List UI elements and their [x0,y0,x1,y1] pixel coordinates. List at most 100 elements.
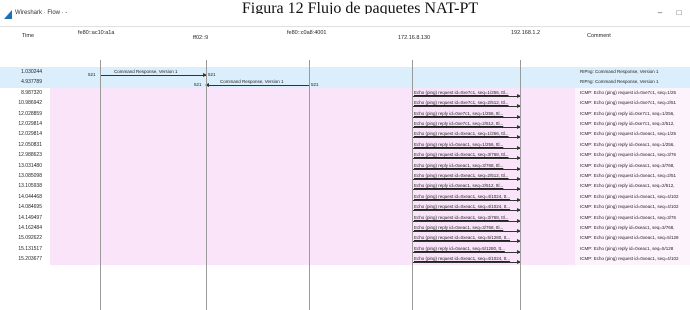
comment-column-header: Comment [587,33,611,39]
row-comment: ICMP: Echo (ping) request id=0xe7c1, seq… [580,89,677,95]
host-lifeline-3 [309,60,310,310]
host-header-1: fe80::ac10:a1a [78,30,115,36]
host-header-2: ff02::9 [193,35,209,41]
row-time: 12.028859 [18,110,42,117]
row-comment: ICMP: Echo (ping) reply id=0xeac1, seq=3… [580,162,675,168]
host-lifeline-2 [206,60,207,310]
flow-row[interactable]: 13.085098 Echo (ping) request id=0xeac1, … [0,171,690,182]
flow-arrow[interactable]: Echo (ping) reply id=0xe7c1, seq=2/512, … [412,121,521,129]
row-time: 13.085098 [18,173,42,179]
flow-arrow[interactable]: Echo (ping) request id=0xeac1, seq=3/768… [412,215,521,223]
row-time: 1.030244 [21,69,42,75]
flow-arrow[interactable]: Echo (ping) request id=0xe7c1, seq=1/256… [412,90,521,98]
row-time: 12.988623 [18,152,42,159]
flow-arrow[interactable]: Echo (ping) request id=0xeac1, seq=5/128… [412,235,521,244]
arrow-label: Echo (ping) request id=0xeac1, seq=4/102… [414,256,511,262]
flow-row[interactable]: 14.162484 Echo (ping) reply id=0xeac1, se… [0,223,690,234]
flow-arrow[interactable]: Command Response, Version 1 [205,79,309,88]
flow-row[interactable]: 8.987320 Echo (ping) request id=0xe7c1, s… [0,87,690,99]
flow-arrow[interactable]: Echo (ping) reply id=0xeac1, seq=1/256, … [412,142,521,150]
flow-arrow[interactable]: Echo (ping) reply id=0xe7c1, seq=1/256, … [412,111,521,119]
arrow-label: Echo (ping) reply id=0xe7c1, seq=2/512, … [414,121,504,126]
flow-arrow[interactable]: Echo (ping) request id=0xe7c1, seq=2/512… [412,100,521,109]
arrow-label: Echo (ping) reply id=0xeac1, seq=3/768, … [414,162,504,168]
flow-row[interactable]: 12.029814 Echo (ping) request id=0xeac1, … [0,129,690,140]
arrow-label: Command Response, Version 1 [114,69,178,74]
arrow-label: Echo (ping) request id=0xe7c1, seq=2/512… [414,100,509,106]
flow-row[interactable]: 12.050831 Echo (ping) reply id=0xeac1, se… [0,139,690,151]
flow-row[interactable]: 14.084695 Echo (ping) request id=0xeac1, … [0,202,690,213]
row-time: 14.084695 [18,204,42,211]
flow-arrow[interactable]: Echo (ping) request id=0xeac1, seq=4/102… [412,194,521,202]
flow-row[interactable]: 15.131517 Echo (ping) reply id=0xeac1, se… [0,243,690,255]
flow-arrow[interactable]: Echo (ping) request id=0xeac1, seq=4/102… [412,256,521,265]
arrow-label: Echo (ping) request id=0xeac1, seq=2/512… [414,173,509,178]
arrow-label: Echo (ping) reply id=0xeac1, seq=2/512, … [414,183,504,189]
host-lifeline-5 [520,60,521,310]
row-time: 12.029814 [18,121,42,127]
flow-row[interactable]: 15.203677 Echo (ping) request id=0xeac1, … [0,254,690,265]
flow-row[interactable]: 13.105938 Echo (ping) reply id=0xeac1, se… [0,181,690,192]
arrow-label: Echo (ping) request id=0xeac1, seq=1/256… [414,131,509,137]
source-port: 521 [88,72,96,77]
row-time: 14.149497 [18,214,42,221]
minimize-button[interactable]: – [653,8,667,17]
row-comment: RIPng: Command Response, Version 1 [580,69,659,74]
title-bar: Wireshark · Flow · - – □ [0,8,690,22]
row-time: 8.987320 [21,89,42,96]
flow-row[interactable]: 14.149497 Echo (ping) request id=0xeac1, … [0,212,690,223]
row-comment: ICMP: Echo (ping) reply id=0xe7c1, seq=1… [580,110,675,116]
flow-row[interactable]: 4.937789 Command Response, Version 1 521 52… [0,77,690,88]
row-comment: ICMP: Echo (ping) request id=0xe7c1, seq… [580,100,677,106]
flow-row[interactable]: 15.092622 Echo (ping) request id=0xeac1, … [0,233,690,244]
flow-arrow[interactable]: Echo (ping) reply id=0xeac1, seq=2/512, … [412,183,521,192]
row-time: 15.092622 [18,235,42,242]
flow-row[interactable]: 1.030244 Command Response, Version 1 521 52… [0,67,690,78]
wireshark-fin-icon [4,10,12,19]
host-header-3: fe80::c0a8:4001 [287,30,327,36]
flow-arrow[interactable]: Echo (ping) request id=0xeac1, seq=4/102… [412,204,521,213]
arrow-label: Echo (ping) request id=0xeac1, seq=4/102… [414,193,511,199]
row-comment: ICMP: Echo (ping) reply id=0xeac1, seq=1… [580,141,675,147]
row-time: 12.050831 [18,141,42,148]
row-comment: ICMP: Echo (ping) reply id=0xeac1, seq=3… [580,225,675,230]
flow-graph[interactable]: Time fe80::ac10:a1a ff02::9 fe80::c0a8:4… [0,26,690,310]
flow-row[interactable]: 12.988623 Echo (ping) request id=0xeac1, … [0,150,690,161]
arrow-label: Echo (ping) request id=0xeac1, seq=3/768… [414,152,509,158]
row-time: 14.044468 [18,193,42,200]
row-comment: RIPng: Command Response, Version 1 [580,79,659,85]
time-column-header: Time [22,33,35,39]
flow-arrow[interactable]: Command Response, Version 1 [100,69,207,77]
flow-arrow[interactable]: Echo (ping) request id=0xeac1, seq=1/256… [412,131,521,140]
destination-port: 521 [208,72,216,77]
flow-arrow[interactable]: Echo (ping) request id=0xeac1, seq=3/768… [412,152,521,161]
row-comment: ICMP: Echo (ping) request id=0xeac1, seq… [580,152,677,158]
row-time: 15.203677 [18,256,42,263]
flow-arrow[interactable]: Echo (ping) reply id=0xeac1, seq=5/1280,… [412,246,521,254]
arrow-label: Echo (ping) request id=0xe7c1, seq=1/256… [414,89,509,95]
flow-arrow[interactable]: Echo (ping) reply id=0xeac1, seq=3/768, … [412,225,521,233]
row-time: 15.131517 [18,245,42,252]
row-time: 13.105938 [18,183,42,190]
row-comment: ICMP: Echo (ping) reply id=0xeac1, seq=2… [580,183,675,189]
flow-arrow[interactable]: Echo (ping) reply id=0xeac1, seq=3/768, … [412,163,521,171]
flow-row[interactable]: 10.986942 Echo (ping) request id=0xe7c1, … [0,98,690,109]
flow-row[interactable]: 13.031480 Echo (ping) reply id=0xeac1, se… [0,160,690,171]
flow-row[interactable]: 12.029814 Echo (ping) reply id=0xe7c1, se… [0,119,690,130]
row-time: 13.031480 [18,162,42,169]
flow-row[interactable]: 14.044468 Echo (ping) request id=0xeac1, … [0,191,690,203]
row-comment: ICMP: Echo (ping) request id=0xeac1, seq… [580,204,679,210]
row-comment: ICMP: Echo (ping) request id=0xeac1, seq… [580,214,677,220]
source-port: 521 [194,82,202,88]
arrow-label: Echo (ping) reply id=0xeac1, seq=5/1280,… [414,245,505,251]
host-lifeline-4 [412,60,413,310]
maximize-button[interactable]: □ [672,8,686,17]
row-comment: ICMP: Echo (ping) request id=0xeac1, seq… [580,173,677,178]
row-comment: ICMP: Echo (ping) reply id=0xeac1, seq=5… [580,245,674,251]
host-lifeline-1 [100,60,101,310]
destination-port: 521 [311,82,319,88]
flow-row[interactable]: 12.028859 Echo (ping) reply id=0xe7c1, se… [0,108,690,119]
flow-arrow[interactable]: Echo (ping) request id=0xeac1, seq=2/512… [412,173,521,181]
flow-header: Time fe80::ac10:a1a ff02::9 fe80::c0a8:4… [0,27,690,67]
row-comment: ICMP: Echo (ping) request id=0xeac1, seq… [580,131,677,137]
